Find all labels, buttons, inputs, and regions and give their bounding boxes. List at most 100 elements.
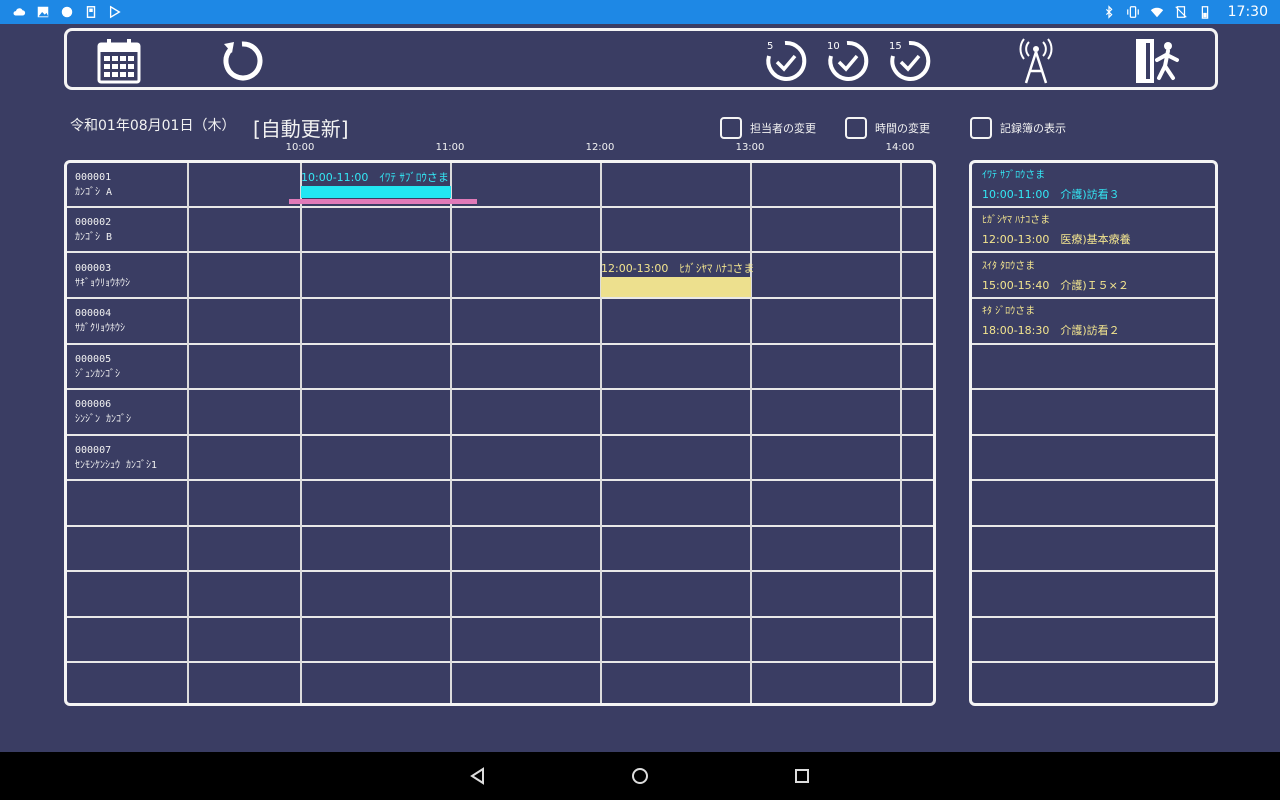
row-label-1: 000001 ｶﾝｺﾞｼ A — [75, 170, 112, 200]
row-id: 000006 — [75, 399, 112, 410]
list-item-detail: 10:00-11:00 介護)訪看３ — [982, 188, 1120, 201]
checkbox-change-time[interactable]: 時間の変更 — [845, 117, 930, 139]
timer-10-label: 10 — [827, 41, 840, 52]
time-tick: 10:00 — [285, 142, 315, 153]
time-tick: 12:00 — [585, 142, 615, 153]
list-item-name: ｷﾀ ｼﾞﾛｳさま — [982, 306, 1036, 317]
row-label-5: 000005 ｼﾞｭﾝｶﾝｺﾞｼ — [75, 352, 120, 382]
sim-icon — [86, 6, 96, 18]
image-icon — [37, 6, 49, 18]
antenna-button[interactable] — [1011, 35, 1061, 87]
list-item[interactable]: ﾋｶﾞｼﾔﾏ ﾊﾅｺさま 12:00-13:00 医療)基本療養 — [982, 211, 1131, 249]
grid-line — [300, 163, 302, 703]
checkbox-label: 記録簿の表示 — [1000, 122, 1066, 135]
list-divider — [972, 434, 1215, 436]
checkbox-box[interactable] — [720, 117, 742, 139]
list-divider — [972, 388, 1215, 390]
event-bar-1[interactable] — [301, 186, 451, 198]
calendar-icon — [97, 39, 141, 84]
timer-15-button[interactable]: 15 — [887, 35, 933, 87]
checkbox-change-staff[interactable]: 担当者の変更 — [720, 117, 816, 139]
row-name: ｻｷﾞｮｳﾘｮｳﾎｳｼ — [75, 278, 130, 289]
row-name: ｻｶﾞｸﾘｮｳﾎｳｼ — [75, 323, 125, 334]
grid-line — [600, 163, 602, 703]
list-divider — [972, 616, 1215, 618]
bluetooth-icon — [1105, 5, 1113, 19]
exit-button[interactable] — [1135, 35, 1185, 87]
row-label-3: 000003 ｻｷﾞｮｳﾘｮｳﾎｳｼ — [75, 261, 130, 291]
schedule-grid[interactable]: 000001 ｶﾝｺﾞｼ A 000002 ｶﾝｺﾞｼ B 000003 ｻｷﾞｮｳﾘ… — [64, 160, 936, 706]
status-left-icons — [12, 5, 122, 19]
timer-5-label: 5 — [767, 41, 773, 52]
time-tick: 11:00 — [435, 142, 465, 153]
checkbox-box[interactable] — [970, 117, 992, 139]
recents-icon[interactable] — [792, 766, 812, 786]
checkbox-label: 担当者の変更 — [750, 122, 816, 135]
list-item-detail: 12:00-13:00 医療)基本療養 — [982, 233, 1131, 246]
list-item-detail: 15:00-15:40 介護)Ｉ５×２ — [982, 279, 1129, 292]
circle-icon — [61, 6, 73, 18]
checkbox-show-records[interactable]: 記録簿の表示 — [970, 117, 1066, 139]
list-divider — [972, 206, 1215, 208]
list-item-detail: 18:00-18:30 介護)訪看２ — [982, 324, 1120, 337]
no-sim-icon — [1174, 6, 1187, 18]
checkbox-box[interactable] — [845, 117, 867, 139]
list-divider — [972, 525, 1215, 527]
play-store-icon — [109, 5, 121, 19]
grid-line — [67, 616, 933, 618]
grid-line — [750, 163, 752, 703]
row-id: 000005 — [75, 354, 112, 365]
grid-line — [900, 163, 902, 703]
grid-line — [67, 434, 933, 436]
list-item-name: ｲﾜﾃ ｻﾌﾞﾛｳさま — [982, 170, 1046, 181]
back-icon[interactable] — [468, 766, 488, 786]
time-tick: 14:00 — [885, 142, 915, 153]
row-label-2: 000002 ｶﾝｺﾞｼ B — [75, 215, 112, 245]
row-id: 000007 — [75, 445, 112, 456]
antenna-icon — [1019, 38, 1053, 84]
row-id: 000001 — [75, 172, 112, 183]
list-divider — [972, 479, 1215, 481]
row-label-6: 000006 ｼﾝｼﾞﾝ ｶﾝｺﾞｼ — [75, 397, 131, 427]
grid-line — [67, 570, 933, 572]
list-divider — [972, 661, 1215, 663]
list-divider — [972, 297, 1215, 299]
list-item-name: ﾋｶﾞｼﾔﾏ ﾊﾅｺさま — [982, 215, 1051, 226]
row-name: ｼﾞｭﾝｶﾝｺﾞｼ — [75, 369, 120, 380]
refresh-button[interactable] — [217, 35, 267, 87]
timer-10-icon: 10 — [827, 40, 869, 81]
grid-line — [67, 479, 933, 481]
event-label-2[interactable]: 12:00-13:00 ﾋｶﾞｼﾔﾏ ﾊﾅｺさま — [601, 260, 754, 276]
status-bar: 17:30 — [0, 0, 1280, 24]
list-item[interactable]: ｽｲﾀ ﾀﾛｳさま 15:00-15:40 介護)Ｉ５×２ — [982, 257, 1129, 295]
cloud-icon — [13, 8, 26, 16]
grid-line — [67, 525, 933, 527]
timer-10-button[interactable]: 10 — [825, 35, 871, 87]
list-item[interactable]: ｲﾜﾃ ｻﾌﾞﾛｳさま 10:00-11:00 介護)訪看３ — [982, 166, 1120, 204]
exit-icon — [1136, 39, 1179, 83]
list-divider — [972, 570, 1215, 572]
vibrate-icon — [1126, 6, 1139, 18]
status-time: 17:30 — [1227, 4, 1268, 20]
timer-5-icon: 5 — [766, 40, 807, 81]
grid-line — [67, 661, 933, 663]
status-right-icons: 17:30 — [1102, 4, 1268, 20]
row-label-4: 000004 ｻｶﾞｸﾘｮｳﾎｳｼ — [75, 306, 125, 336]
row-name: ｼﾝｼﾞﾝ ｶﾝｺﾞｼ — [75, 414, 132, 425]
event-marker — [289, 199, 477, 204]
toolbar: 5 10 15 — [64, 28, 1218, 90]
time-tick: 13:00 — [735, 142, 765, 153]
timer-15-label: 15 — [889, 41, 902, 52]
list-item[interactable]: ｷﾀ ｼﾞﾛｳさま 18:00-18:30 介護)訪看２ — [982, 302, 1120, 340]
visit-list[interactable]: ｲﾜﾃ ｻﾌﾞﾛｳさま 10:00-11:00 介護)訪看３ ﾋｶﾞｼﾔﾏ ﾊﾅ… — [969, 160, 1218, 706]
home-icon[interactable] — [630, 766, 650, 786]
checkbox-label: 時間の変更 — [875, 122, 930, 135]
refresh-icon — [223, 41, 263, 81]
timer-5-button[interactable]: 5 — [763, 35, 809, 87]
calendar-button[interactable] — [95, 35, 143, 87]
row-name: ｶﾝｺﾞｼ B — [75, 232, 113, 243]
event-bar-2[interactable] — [601, 277, 751, 297]
list-divider — [972, 343, 1215, 345]
event-label-1[interactable]: 10:00-11:00 ｲﾜﾃ ｻﾌﾞﾛｳさま — [301, 169, 449, 185]
auto-update-button[interactable]: [自動更新] — [253, 113, 349, 142]
